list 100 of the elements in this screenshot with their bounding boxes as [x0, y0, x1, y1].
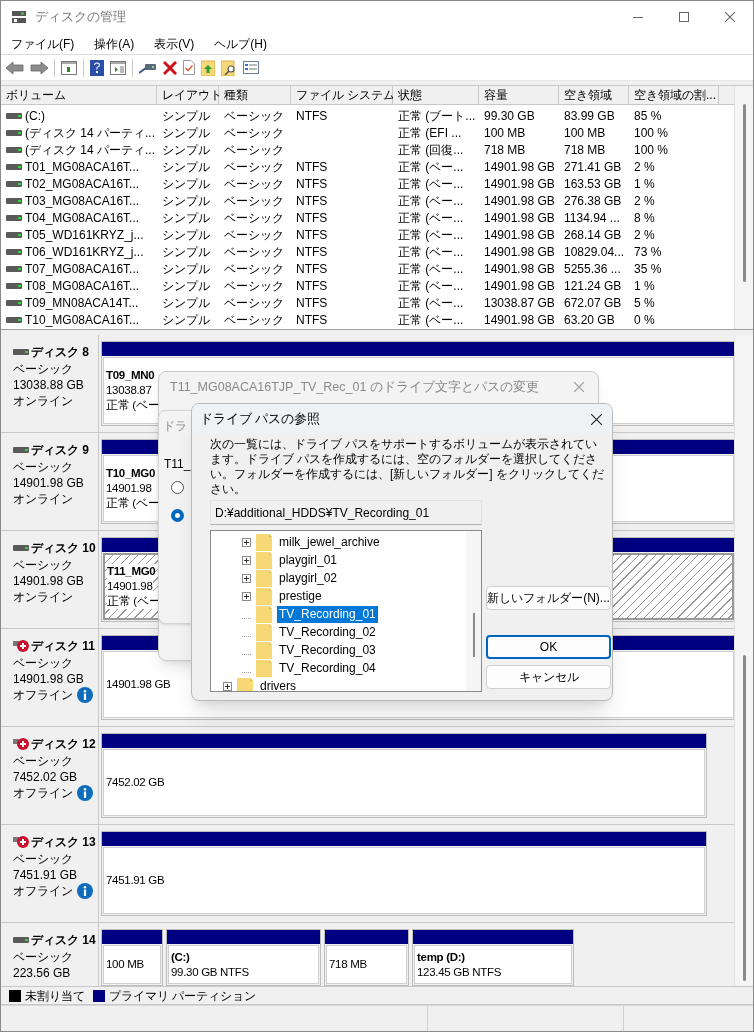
table-cell-text: NTFS: [296, 243, 328, 261]
table-cell-text: 正常 (ベー...: [398, 243, 464, 261]
table-cell-text: シンプル: [162, 209, 210, 227]
disk-info: ベーシック: [13, 459, 73, 475]
window-title: ディスクの管理: [35, 8, 126, 27]
table-cell-text: ベーシック: [224, 141, 284, 159]
table-cell-text: シンプル: [162, 294, 210, 312]
table-cell-text: 14901.98 GB: [484, 192, 555, 210]
table-cell-text: 1 %: [634, 175, 655, 193]
table-cell-text: 14901.98 GB: [484, 311, 555, 329]
table-cell-text: 正常 (EFI ...: [398, 124, 462, 142]
table-cell-text: シンプル: [162, 158, 210, 176]
disk-info: オフライン: [13, 785, 73, 801]
disk-name: ディスク 8: [31, 344, 89, 360]
table-cell-text: ベーシック: [224, 209, 284, 227]
partition-info: 14901.98: [107, 579, 153, 594]
disk-info: オンライン: [13, 491, 73, 507]
table-cell-text: T06_WD161KRYZ_j...: [25, 243, 144, 261]
table-cell-text: 14901.98 GB: [484, 260, 555, 278]
table-cell-text: 2 %: [634, 158, 655, 176]
table-cell-text: 83.99 GB: [564, 107, 615, 125]
table-cell-text: シンプル: [162, 124, 210, 142]
disk-info: ベーシック: [13, 557, 73, 573]
table-cell-text: T09_MN08ACA14T...: [25, 294, 139, 312]
disk-info: オンライン: [13, 393, 73, 409]
table-cell-text: 正常 (ベー...: [398, 294, 464, 312]
volume-label: T11_: [164, 456, 191, 473]
table-cell-text: NTFS: [296, 107, 328, 125]
table-cell-text: NTFS: [296, 260, 328, 278]
disk-info: オフライン: [13, 687, 73, 703]
table-cell-text: 100 MB: [564, 124, 606, 142]
disk-info: ベーシック: [13, 361, 73, 377]
table-cell-text: 5255.36 ...: [564, 260, 621, 278]
table-cell-text: 121.24 GB: [564, 277, 622, 295]
table-cell-text: 35 %: [634, 260, 662, 278]
table-cell-text: 1134.94 ...: [564, 209, 620, 227]
table-cell-text: 正常 (ベー...: [398, 158, 464, 176]
table-cell-text: シンプル: [162, 226, 210, 244]
table-cell-text: (ディスク 14 パーティ...: [25, 124, 155, 142]
table-cell-text: T10_MG08ACA16T...: [25, 311, 140, 329]
table-cell-text: NTFS: [296, 311, 328, 329]
table-cell-text: シンプル: [162, 260, 210, 278]
table-cell-text: シンプル: [162, 175, 210, 193]
disk-info: 13038.88 GB: [13, 377, 84, 393]
table-cell-text: 718 MB: [564, 141, 606, 159]
description-text: 次の一覧には、ドライブ パスをサポートするボリュームが表示されています。ドライブ パスを作成するには、空のフォルダーを選択してください。フォルダーを作成するには、[新しいフォルダー] をクリックしてください。: [210, 437, 605, 497]
disk-info: ベーシック: [13, 851, 73, 867]
table-cell-text: NTFS: [296, 209, 328, 227]
table-cell-text: ベーシック: [224, 107, 284, 125]
table-cell-text: シンプル: [162, 192, 210, 210]
disk-info: 14901.98 GB: [13, 573, 84, 589]
table-cell-text: ベーシック: [224, 226, 284, 244]
disk-name: ディスク 11: [31, 638, 96, 654]
table-cell-text: 14901.98 GB: [484, 209, 555, 227]
table-cell-text: ベーシック: [224, 192, 284, 210]
table-cell-text: シンプル: [162, 277, 210, 295]
table-cell-text: ベーシック: [224, 124, 284, 142]
table-cell-text: 2 %: [634, 226, 655, 244]
table-cell-text: 100 %: [634, 141, 669, 159]
table-cell-text: T01_MG08ACA16T...: [25, 158, 140, 176]
table-cell-text: 5 %: [634, 294, 655, 312]
table-cell-text: (ディスク 14 パーティ...: [25, 141, 155, 159]
table-cell-text: ベーシック: [224, 277, 284, 295]
disk-info: 223.56 GB: [13, 965, 71, 981]
table-cell-text: 正常 (ベー...: [398, 260, 464, 278]
table-cell-text: 8 %: [634, 209, 655, 227]
table-cell-text: 14901.98 GB: [484, 226, 555, 244]
table-cell-text: NTFS: [296, 175, 328, 193]
disk-info: 14901.98 GB: [13, 475, 84, 491]
table-cell-text: T05_WD161KRYZ_j...: [25, 226, 144, 244]
partition-name: T11_MG0: [107, 564, 156, 579]
table-cell-text: ベーシック: [224, 243, 284, 261]
table-cell-text: 100 %: [634, 124, 669, 142]
table-cell-text: 1 %: [634, 277, 655, 295]
table-cell-text: ベーシック: [224, 311, 284, 329]
disk-info: オフライン: [13, 883, 73, 899]
table-cell-text: 2 %: [634, 192, 655, 210]
table-cell-text: T07_MG08ACA16T...: [25, 260, 140, 278]
table-cell-text: 正常 (ベー...: [398, 277, 464, 295]
table-cell-text: 99.30 GB: [484, 107, 535, 125]
table-cell-text: 14901.98 GB: [484, 277, 555, 295]
table-cell-text: T03_MG08ACA16T...: [25, 192, 140, 210]
table-cell-text: 63.20 GB: [564, 311, 615, 329]
table-cell-text: 10829.04...: [564, 243, 625, 261]
partition-name: T09_MN0: [106, 368, 155, 383]
table-cell-text: 14901.98 GB: [484, 175, 555, 193]
table-cell-text: NTFS: [296, 294, 328, 312]
table-cell-text: ベーシック: [224, 294, 284, 312]
table-cell-text: 276.38 GB: [564, 192, 622, 210]
disk-name: ディスク 13: [31, 834, 96, 850]
table-cell-text: ベーシック: [224, 158, 284, 176]
partition-name: T10_MG0: [106, 466, 156, 481]
table-cell-text: T08_MG08ACA16T...: [25, 277, 140, 295]
dialog-title: T11_MG08ACA16TJP_TV_Rec_01 のドライブ文字とパスの変更: [170, 378, 539, 396]
table-cell-text: 正常 (ベー...: [398, 226, 464, 244]
table-cell-text: (C:): [25, 107, 45, 125]
legend-label: 未割り当て: [25, 987, 85, 1005]
table-cell-text: 13038.87 GB: [484, 294, 555, 312]
table-cell-text: NTFS: [296, 192, 328, 210]
disk-info: ベーシック: [13, 655, 73, 671]
